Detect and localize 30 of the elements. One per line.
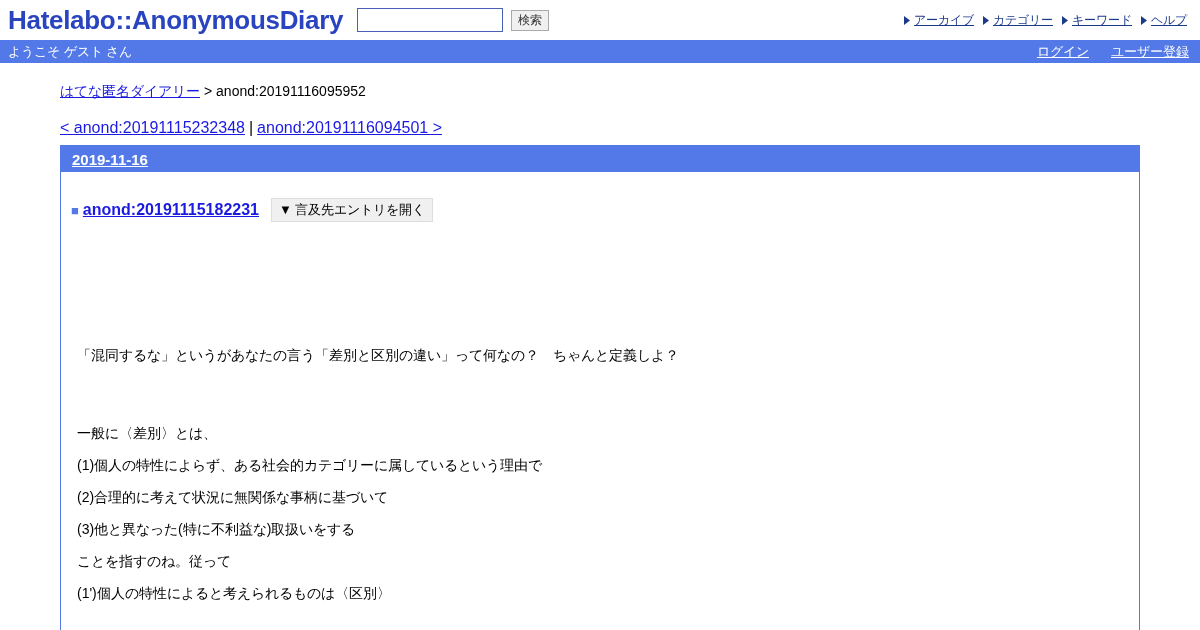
paragraph: 「混同するな」というがあなたの言う「差別と区別の違い」って何なの？ ちゃんと定義しよ？ xyxy=(77,346,680,365)
search-field[interactable] xyxy=(357,8,504,32)
account-link[interactable]: ログイン xyxy=(1037,42,1089,61)
next-link[interactable]: anond:20191116094501 > xyxy=(257,119,443,137)
paragraph: (2)合理的に考えて状況に無関係な事柄に基づいて xyxy=(77,488,390,507)
paragraph: ことを指すのね。従って xyxy=(77,552,232,571)
toggle-button[interactable]: ▼ 言及先エントリを開く xyxy=(271,198,434,222)
previous-link[interactable]: < anond:20191115232348 xyxy=(60,119,245,137)
paragraph: (3)他と異なった(特に不利益な)取扱いをする xyxy=(77,520,357,539)
account-link[interactable]: ユーザー登録 xyxy=(1111,42,1189,61)
entry-title[interactable]: anond:20191115182231 xyxy=(82,201,259,219)
date-link[interactable]: 2019-11-16 xyxy=(72,150,148,168)
site-logo[interactable]: Hatelabo::AnonymousDiary xyxy=(8,4,344,36)
search-button[interactable]: 検索 xyxy=(511,9,550,31)
paragraph: (1')個人の特性によると考えられるものは〈区別〉 xyxy=(77,584,392,603)
welcome-text: ようこそ ゲスト さん xyxy=(8,42,133,61)
arrow-icon xyxy=(904,15,910,25)
breadcrumb-link[interactable]: はてな匿名ダイアリー xyxy=(60,83,200,101)
bullet-icon: ■ xyxy=(71,202,79,218)
nav-link[interactable]: ヘルプ xyxy=(1151,11,1187,29)
paragraph: 一般に〈差別〉とは、 xyxy=(77,424,218,443)
paragraph: (1)個人の特性によらず、ある社会的カテゴリーに属しているという理由で xyxy=(77,456,544,475)
nav-link[interactable]: キーワード xyxy=(1072,11,1132,29)
breadcrumb-current: > anond:20191116095952 xyxy=(204,83,366,101)
nav-link[interactable]: カテゴリー xyxy=(993,11,1053,29)
arrow-icon xyxy=(983,15,989,25)
separator: | xyxy=(248,119,254,137)
arrow-icon xyxy=(1141,15,1147,25)
nav-link[interactable]: アーカイブ xyxy=(914,11,974,29)
arrow-icon xyxy=(1062,15,1068,25)
